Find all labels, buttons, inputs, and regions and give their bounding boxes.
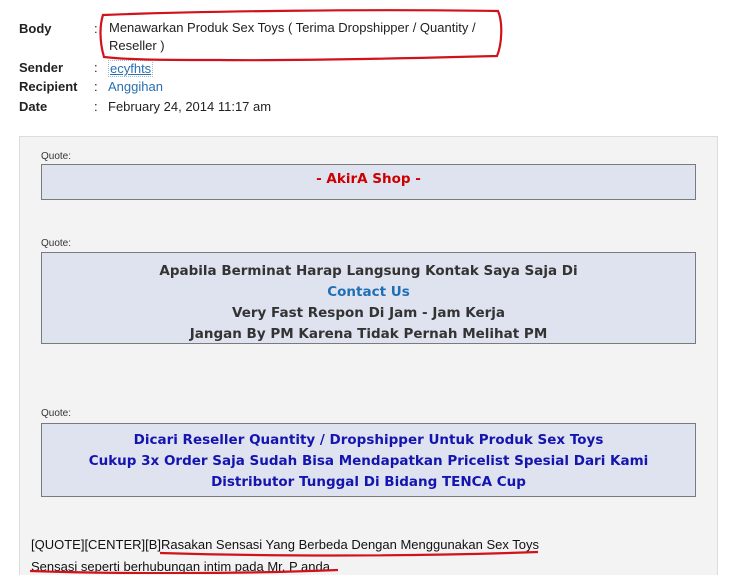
body-value: Menawarkan Produk Sex Toys ( Terima Drop… bbox=[109, 20, 476, 53]
quote-line: Apabila Berminat Harap Langsung Kontak S… bbox=[159, 263, 578, 279]
quote-label: Quote: bbox=[41, 151, 72, 162]
message-body-panel: Quote: - AkirA Shop - Quote: Apabila Ber… bbox=[19, 136, 718, 575]
quote-line: Cukup 3x Order Saja Sudah Bisa Mendapatk… bbox=[88, 453, 649, 469]
quote-box-reseller: Dicari Reseller Quantity / Dropshipper U… bbox=[41, 423, 696, 497]
quote-box-shop: - AkirA Shop - bbox=[41, 164, 696, 200]
shop-name: - AkirA Shop - bbox=[316, 171, 421, 187]
colon: : bbox=[94, 60, 98, 75]
recipient-link[interactable]: Anggihan bbox=[108, 79, 163, 94]
date-label: Date bbox=[19, 99, 48, 114]
colon: : bbox=[94, 99, 98, 114]
sender-link[interactable]: ecyfhts bbox=[108, 60, 154, 77]
quote-box-contact: Apabila Berminat Harap Langsung Kontak S… bbox=[41, 252, 696, 344]
raw-text-line: [QUOTE][CENTER][B]Rasakan Sensasi Yang B… bbox=[31, 537, 539, 552]
quote-label: Quote: bbox=[41, 238, 72, 249]
colon: : bbox=[94, 21, 98, 36]
quote-line: Dicari Reseller Quantity / Dropshipper U… bbox=[133, 432, 604, 448]
body-label: Body bbox=[19, 21, 52, 36]
quote-line: Distributor Tunggal Di Bidang TENCA Cup bbox=[211, 474, 526, 490]
recipient-label: Recipient bbox=[19, 79, 78, 94]
colon: : bbox=[94, 79, 98, 94]
quote-line: Very Fast Respon Di Jam - Jam Kerja bbox=[232, 305, 505, 321]
sender-label: Sender bbox=[19, 60, 64, 75]
quote-label: Quote: bbox=[41, 408, 72, 419]
raw-text-line: Sensasi seperti berhubungan intim pada M… bbox=[31, 559, 330, 574]
quote-line: Jangan By PM Karena Tidak Pernah Melihat… bbox=[189, 326, 548, 342]
contact-us-link[interactable]: Contact Us bbox=[42, 282, 695, 303]
date-value: February 24, 2014 11:17 am bbox=[108, 99, 272, 114]
